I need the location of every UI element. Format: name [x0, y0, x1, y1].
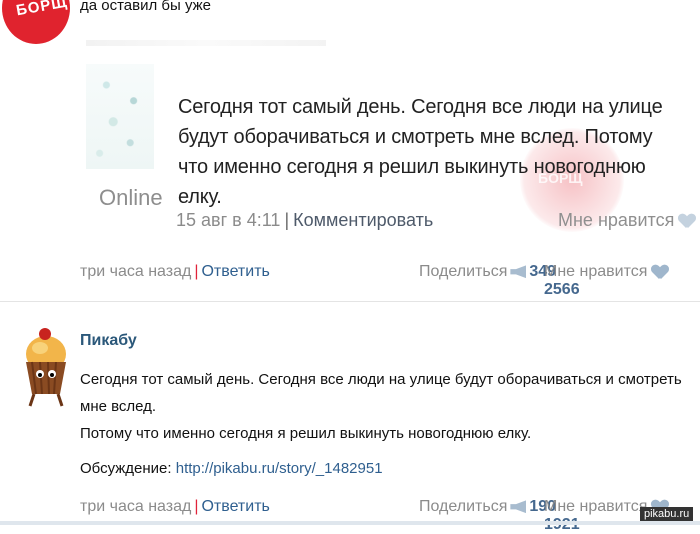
- like-label: Мне нравится: [544, 498, 648, 515]
- borsch-avatar[interactable]: БОРЩ: [2, 0, 70, 44]
- post-text-line: Сегодня тот самый день. Сегодня все люди…: [80, 371, 682, 415]
- quoted-post-meta: 15 авг в 4:11 | Комментировать: [176, 210, 434, 230]
- quoted-like-button[interactable]: Мне нравится: [558, 210, 695, 231]
- post-time[interactable]: три часа назад: [80, 498, 191, 515]
- discussion-line: Обсуждение: http://pikabu.ru/story/_1482…: [80, 460, 383, 477]
- bottom-border: [0, 521, 700, 525]
- like-button[interactable]: Мне нравится 2566: [544, 263, 700, 299]
- post-meta-left: три часа назад | Ответить: [80, 263, 270, 280]
- quoted-like-label: Мне нравится: [558, 210, 675, 230]
- blurred-header: [86, 40, 326, 46]
- comment-link[interactable]: Комментировать: [293, 210, 433, 230]
- quoted-avatar[interactable]: [86, 64, 154, 169]
- reply-link[interactable]: Ответить: [201, 263, 269, 280]
- borsch-logo-text: БОРЩ: [14, 0, 69, 20]
- post-divider: [0, 301, 700, 302]
- quoted-post-text: Сегодня тот самый день. Сегодня все люди…: [178, 96, 663, 208]
- cupcake-avatar[interactable]: [18, 322, 74, 410]
- like-count: 2566: [544, 281, 580, 298]
- post-text-line: Потому что именно сегодня я решил выкину…: [80, 425, 532, 442]
- heart-icon: [652, 265, 668, 279]
- heart-icon: [679, 214, 695, 228]
- post-text: Сегодня тот самый день. Сегодня все люди…: [80, 366, 690, 447]
- share-label: Поделиться: [419, 498, 508, 515]
- watermark: pikabu.ru: [640, 507, 694, 521]
- megaphone-icon: [510, 500, 527, 514]
- online-status: Online: [99, 185, 163, 210]
- share-label: Поделиться: [419, 263, 508, 280]
- share-button[interactable]: Поделиться 349: [419, 263, 556, 281]
- discussion-link[interactable]: http://pikabu.ru/story/_1482951: [176, 460, 383, 477]
- megaphone-icon: [510, 265, 527, 279]
- post-meta-left: три часа назад | Ответить: [80, 498, 270, 515]
- reply-link[interactable]: Ответить: [201, 498, 269, 515]
- comment-text: да оставил бы уже: [80, 0, 212, 14]
- post-author[interactable]: Пикабу: [80, 332, 137, 350]
- like-label: Мне нравится: [544, 263, 648, 280]
- post-time[interactable]: три часа назад: [80, 263, 191, 280]
- share-button[interactable]: Поделиться 190: [419, 498, 556, 516]
- discussion-label: Обсуждение:: [80, 460, 172, 477]
- quoted-date[interactable]: 15 авг в 4:11: [176, 210, 280, 230]
